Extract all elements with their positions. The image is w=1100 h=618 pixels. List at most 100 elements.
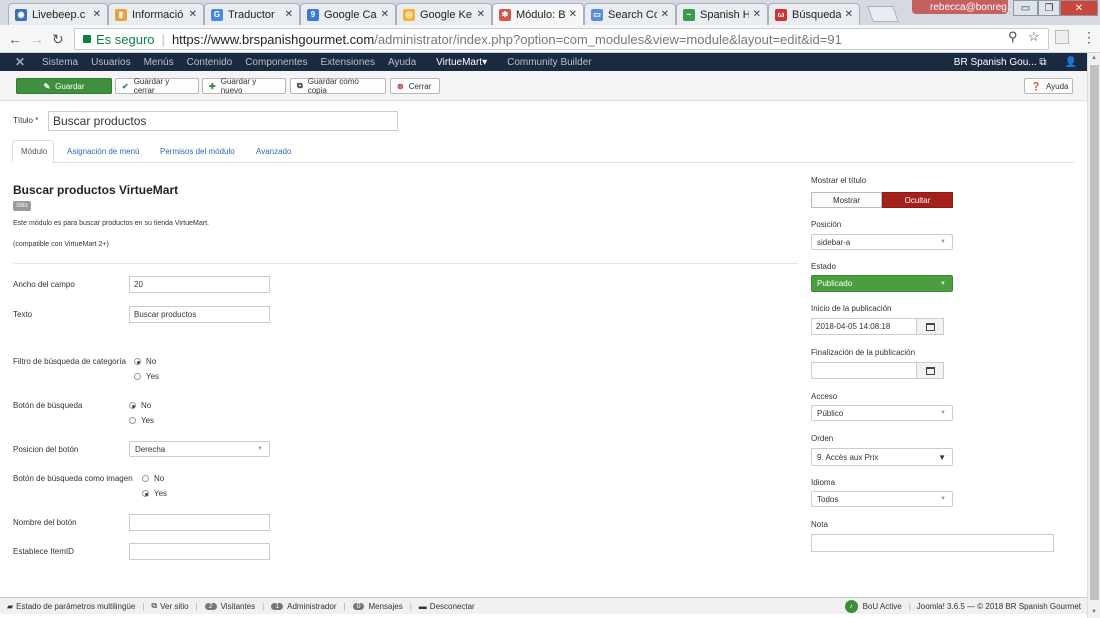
image-button-yes-radio[interactable]: Yes <box>142 489 167 498</box>
site-link[interactable]: BR Spanish Gou... ⧉ <box>954 57 1047 68</box>
forward-icon[interactable]: → <box>30 31 44 47</box>
tab-modulo[interactable]: Módulo <box>12 140 54 163</box>
menu-virtuemart[interactable]: VirtueMart▾ <box>436 57 487 68</box>
show-title-hide-button[interactable]: Ocultar <box>882 192 953 208</box>
page-scrollbar[interactable]: ▲ ▼ <box>1087 53 1100 618</box>
maximize-button[interactable]: ❐ <box>1038 0 1060 16</box>
publish-end-input[interactable] <box>811 362 917 379</box>
access-select[interactable]: Público ▼ <box>811 405 953 421</box>
browser-tab-active[interactable]: ✱ Módulo: B ✕ <box>492 3 584 25</box>
chevron-down-icon: ▼ <box>938 452 946 462</box>
scroll-up-icon[interactable]: ▲ <box>1091 55 1097 61</box>
close-icon[interactable]: ✕ <box>93 9 101 20</box>
browser-tab[interactable]: ω Búsqueda ✕ <box>768 3 860 25</box>
menu-icon[interactable]: ⋮ <box>1082 29 1096 46</box>
menu-componentes[interactable]: Componentes <box>245 57 307 68</box>
note-input[interactable] <box>811 534 1054 552</box>
bookmark-star-icon[interactable]: ☆ <box>1028 29 1040 45</box>
browser-tab[interactable]: ▮ Informació ✕ <box>108 3 204 25</box>
access-label: Acceso <box>811 392 838 401</box>
calendar-icon: 9 <box>307 8 319 21</box>
tab-menu-assignment[interactable]: Asignación de menú <box>59 140 148 163</box>
position-select[interactable]: sidebar-a ▼ <box>811 234 953 250</box>
image-button-no-radio[interactable]: No <box>142 474 164 483</box>
tab-advanced[interactable]: Avanzado <box>248 140 299 163</box>
admin-link[interactable]: 1 Administrador <box>271 602 336 611</box>
profile-chip[interactable]: rebecca@bonreg... <box>912 0 1015 14</box>
menu-extensiones[interactable]: Extensiones <box>320 57 374 68</box>
browser-tab[interactable]: 9 Google Ca ✕ <box>300 3 396 25</box>
field-text-input[interactable]: Buscar productos <box>129 306 270 323</box>
browser-tab[interactable]: ◉ Livebeep.c ✕ <box>8 3 108 25</box>
save-close-button[interactable]: ✔ Guardar y cerrar <box>115 77 199 95</box>
calendar-icon <box>925 322 935 331</box>
save-button[interactable]: ✎ Guardar <box>16 78 112 94</box>
scrollbar-thumb[interactable] <box>1090 65 1099 600</box>
category-filter-no-radio[interactable]: No <box>134 357 156 366</box>
close-icon[interactable]: ✕ <box>753 9 761 20</box>
publish-end-label: Finalización de la publicación <box>811 348 916 357</box>
menu-contenido[interactable]: Contenido <box>187 57 233 68</box>
user-menu-icon[interactable]: 👤 <box>1065 57 1077 68</box>
language-select[interactable]: Todos ▼ <box>811 491 953 507</box>
browser-tab[interactable]: ~ Spanish H ✕ <box>676 3 768 25</box>
show-title-show-button[interactable]: Mostrar <box>811 192 882 208</box>
close-button[interactable]: ⊗ Cerrar <box>390 78 440 94</box>
external-link-icon: ⧉ <box>1039 56 1047 68</box>
visitors-link[interactable]: 2 Visitantes <box>204 602 255 611</box>
browser-tab[interactable]: ▭ Search Co ✕ <box>584 3 676 25</box>
publish-end-calendar-button[interactable] <box>916 362 944 379</box>
back-icon[interactable]: ← <box>8 31 22 47</box>
order-select[interactable]: 9. Accès aux Prix ▼ <box>811 448 953 466</box>
secure-indicator[interactable]: Es seguro <box>83 32 155 47</box>
title-input[interactable]: Buscar productos <box>48 111 398 131</box>
browser-tab[interactable]: ◎ Google Ke ✕ <box>396 3 492 25</box>
menu-usuarios[interactable]: Usuarios <box>91 57 130 68</box>
edit-icon: ✎ <box>43 81 51 91</box>
tab-permissions[interactable]: Permisos del módulo <box>152 140 243 163</box>
close-icon[interactable]: ✕ <box>381 9 389 20</box>
publish-start-input[interactable]: 2018-04-05 14:08:18 <box>811 318 917 335</box>
field-width-input[interactable]: 20 <box>129 276 270 293</box>
search-button-no-radio[interactable]: No <box>129 401 151 410</box>
category-filter-yes-radio[interactable]: Yes <box>134 372 159 381</box>
menu-ayuda[interactable]: Ayuda <box>388 57 416 68</box>
extension-icon[interactable] <box>1055 30 1069 44</box>
scroll-down-icon[interactable]: ▼ <box>1091 609 1097 615</box>
close-icon[interactable]: ✕ <box>569 9 577 20</box>
close-icon[interactable]: ✕ <box>477 9 485 20</box>
messages-link[interactable]: 0 Mensajes <box>352 602 403 611</box>
chevron-down-icon: ▼ <box>940 496 946 502</box>
joomla-logo-icon[interactable]: ✕ <box>15 55 29 69</box>
browser-tab[interactable]: G Traductor ✕ <box>204 3 300 25</box>
new-tab-button[interactable] <box>867 6 899 22</box>
bou-active-icon[interactable]: ♪ <box>844 599 858 613</box>
view-site-link[interactable]: ⧉ Ver sitio <box>151 601 188 611</box>
publish-start-calendar-button[interactable] <box>916 318 944 335</box>
close-icon[interactable]: ✕ <box>845 9 853 20</box>
field-itemid-input[interactable] <box>129 543 270 560</box>
zoom-icon[interactable]: ⚲ <box>1008 29 1018 45</box>
multilang-status-link[interactable]: ▰ Estado de parámetros multilingüe <box>7 602 135 611</box>
url-input[interactable]: Es seguro | https://www.brspanishgourmet… <box>74 28 1049 50</box>
window-close-button[interactable]: ✕ <box>1060 0 1098 16</box>
menu-community-builder[interactable]: Community Builder <box>507 57 591 68</box>
chevron-down-icon: ▼ <box>940 239 946 245</box>
comment-icon: ▰ <box>7 601 14 611</box>
minimize-button[interactable]: ▭ <box>1013 0 1038 16</box>
state-select[interactable]: Publicado ▼ <box>811 275 953 292</box>
save-new-button[interactable]: ✚ Guardar y nuevo <box>202 77 286 95</box>
menu-menus[interactable]: Menús <box>144 57 174 68</box>
close-icon[interactable]: ✕ <box>285 9 293 20</box>
button-position-select[interactable]: Derecha ▼ <box>129 441 270 457</box>
reload-icon[interactable]: ↻ <box>52 31 64 48</box>
logout-link[interactable]: ▬ Desconectar <box>419 602 475 611</box>
close-icon[interactable]: ✕ <box>661 9 669 20</box>
close-icon[interactable]: ✕ <box>189 9 197 20</box>
search-button-yes-radio[interactable]: Yes <box>129 416 154 425</box>
menu-sistema[interactable]: Sistema <box>42 57 78 68</box>
help-button[interactable]: ❓ Ayuda <box>1024 78 1073 94</box>
save-copy-button[interactable]: ⧉ Guardar como copia <box>290 77 386 95</box>
field-button-name-input[interactable] <box>129 514 270 531</box>
module-title: Buscar productos VirtueMart <box>13 183 179 197</box>
